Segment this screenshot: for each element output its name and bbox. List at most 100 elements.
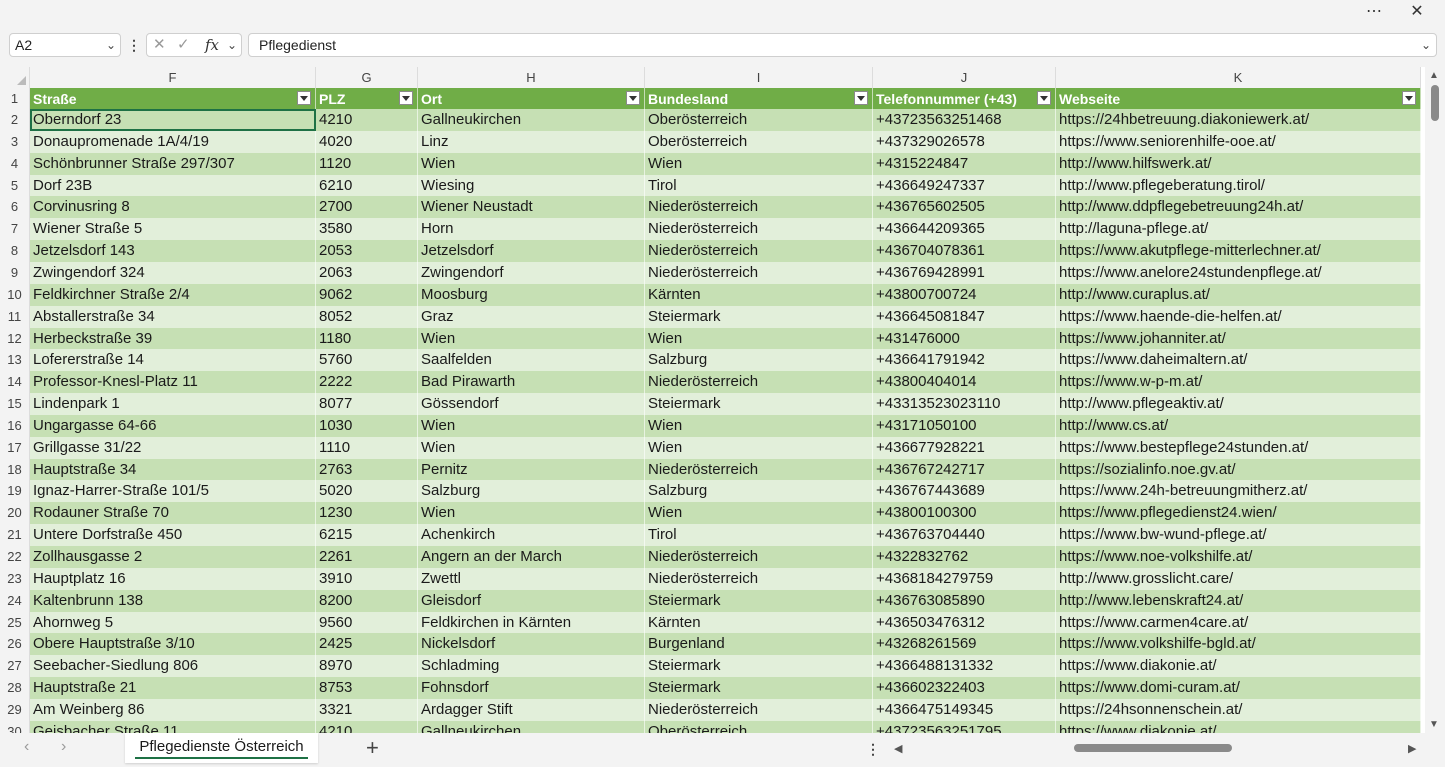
table-cell[interactable]: 1120 (316, 152, 418, 175)
insert-function-icon[interactable]: fx (205, 36, 219, 54)
filter-dropdown-icon[interactable] (626, 91, 640, 105)
table-cell[interactable]: Schönbrunner Straße 297/307 (30, 152, 316, 175)
table-cell[interactable]: Professor-Knesl-Platz 11 (30, 371, 316, 394)
table-cell[interactable]: +436649247337 (873, 174, 1056, 197)
table-cell[interactable]: +431476000 (873, 327, 1056, 350)
add-sheet-icon[interactable]: + (366, 736, 379, 760)
table-cell[interactable]: Steiermark (645, 305, 873, 328)
column-header-j[interactable]: J (873, 67, 1056, 88)
table-cell[interactable]: 9062 (316, 283, 418, 306)
table-cell[interactable]: Feldkirchen in Kärnten (418, 611, 645, 634)
table-cell[interactable]: https://www.domi-curam.at/ (1056, 677, 1421, 700)
table-cell[interactable]: Oberösterreich (645, 130, 873, 153)
table-cell[interactable]: Untere Dorfstraße 450 (30, 524, 316, 547)
table-cell[interactable]: Dorf 23B (30, 174, 316, 197)
table-cell[interactable]: +43800700724 (873, 283, 1056, 306)
row-number[interactable]: 18 (0, 458, 30, 481)
filter-dropdown-icon[interactable] (854, 91, 868, 105)
table-cell[interactable]: Steiermark (645, 393, 873, 416)
table-cell[interactable]: Tirol (645, 174, 873, 197)
table-cell[interactable]: Wien (645, 327, 873, 350)
row-number[interactable]: 19 (0, 480, 30, 503)
table-cell[interactable]: http://www.lebenskraft24.at/ (1056, 589, 1421, 612)
table-cell[interactable]: Nickelsdorf (418, 633, 645, 656)
table-cell[interactable]: http://www.curaplus.at/ (1056, 283, 1421, 306)
table-cell[interactable]: Rodauner Straße 70 (30, 502, 316, 525)
table-cell[interactable]: Fohnsdorf (418, 677, 645, 700)
more-options-icon[interactable]: ⋯ (1361, 2, 1387, 22)
table-cell[interactable]: Graz (418, 305, 645, 328)
table-cell[interactable]: +4368184279759 (873, 567, 1056, 590)
table-cell[interactable]: +43723563251795 (873, 720, 1056, 733)
column-header-g[interactable]: G (316, 67, 418, 88)
table-cell[interactable]: +436767443689 (873, 480, 1056, 503)
row-number[interactable]: 3 (0, 130, 30, 153)
table-cell[interactable]: Obere Hauptstraße 3/10 (30, 633, 316, 656)
table-cell[interactable]: 2763 (316, 458, 418, 481)
table-cell[interactable]: 4020 (316, 130, 418, 153)
row-number[interactable]: 16 (0, 414, 30, 437)
table-cell[interactable]: Gleisdorf (418, 589, 645, 612)
table-cell[interactable]: 8052 (316, 305, 418, 328)
table-cell[interactable]: https://www.anelore24stundenpflege.at/ (1056, 261, 1421, 284)
table-cell[interactable]: https://www.seniorenhilfe-ooe.at/ (1056, 130, 1421, 153)
table-cell[interactable]: +4322832762 (873, 546, 1056, 568)
table-header-cell[interactable]: Telefonnummer (+43) (873, 88, 1056, 110)
table-cell[interactable]: Pernitz (418, 458, 645, 481)
row-number[interactable]: 26 (0, 633, 30, 656)
table-cell[interactable]: Moosburg (418, 283, 645, 306)
table-cell[interactable]: https://sozialinfo.noe.gv.at/ (1056, 458, 1421, 481)
table-cell[interactable]: Saalfelden (418, 349, 645, 372)
column-header-h[interactable]: H (418, 67, 645, 88)
table-cell[interactable]: https://www.w-p-m.at/ (1056, 371, 1421, 394)
table-cell[interactable]: Wien (645, 502, 873, 525)
row-number[interactable]: 6 (0, 196, 30, 219)
vertical-scrollbar[interactable]: ▲ ▼ (1425, 67, 1445, 733)
table-cell[interactable]: 2261 (316, 546, 418, 568)
column-header-i[interactable]: I (645, 67, 873, 88)
close-icon[interactable]: ✕ (1404, 2, 1430, 22)
row-number[interactable]: 2 (0, 109, 30, 131)
enter-icon[interactable]: ✓ (177, 36, 190, 54)
table-cell[interactable]: Wien (645, 414, 873, 437)
table-cell[interactable]: Wiener Neustadt (418, 196, 645, 219)
table-cell[interactable]: https://www.noe-volkshilfe.at/ (1056, 546, 1421, 568)
table-cell[interactable]: Niederösterreich (645, 698, 873, 721)
row-number[interactable]: 9 (0, 261, 30, 284)
table-cell[interactable]: Ardagger Stift (418, 698, 645, 721)
table-cell[interactable]: Zollhausgasse 2 (30, 546, 316, 568)
table-cell[interactable]: +436641791942 (873, 349, 1056, 372)
table-cell[interactable]: Gallneukirchen (418, 109, 645, 131)
table-cell[interactable]: Zwingendorf (418, 261, 645, 284)
row-number[interactable]: 28 (0, 677, 30, 700)
row-number[interactable]: 4 (0, 152, 30, 175)
table-cell[interactable]: http://laguna-pflege.at/ (1056, 218, 1421, 241)
row-number[interactable]: 27 (0, 655, 30, 678)
table-cell[interactable]: https://www.johanniter.at/ (1056, 327, 1421, 350)
table-header-cell[interactable]: Straße (30, 88, 316, 110)
expand-formula-bar-icon[interactable]: ⌄ (1421, 34, 1431, 56)
row-number[interactable]: 1 (0, 88, 30, 110)
row-number[interactable]: 7 (0, 218, 30, 241)
column-header-k[interactable]: K (1056, 67, 1421, 88)
table-cell[interactable]: Wien (418, 414, 645, 437)
table-cell[interactable]: Wien (645, 436, 873, 459)
table-cell[interactable]: +436704078361 (873, 240, 1056, 263)
table-cell[interactable]: 1030 (316, 414, 418, 437)
horizontal-scroll-thumb[interactable] (1074, 744, 1232, 752)
row-number[interactable]: 17 (0, 436, 30, 459)
table-cell[interactable]: https://www.bw-wund-pflege.at/ (1056, 524, 1421, 547)
row-number[interactable]: 14 (0, 371, 30, 394)
cancel-icon[interactable]: ✕ (153, 36, 166, 54)
table-cell[interactable]: +436767242717 (873, 458, 1056, 481)
table-cell[interactable]: Steiermark (645, 677, 873, 700)
table-cell[interactable]: Salzburg (418, 480, 645, 503)
select-all-corner[interactable] (0, 67, 30, 88)
table-cell[interactable]: Wien (418, 436, 645, 459)
table-header-cell[interactable]: Ort (418, 88, 645, 110)
table-header-cell[interactable]: PLZ (316, 88, 418, 110)
row-number[interactable]: 20 (0, 502, 30, 525)
table-cell[interactable]: Corvinusring 8 (30, 196, 316, 219)
table-cell[interactable]: Bad Pirawarth (418, 371, 645, 394)
table-cell[interactable]: https://www.pflegedienst24.wien/ (1056, 502, 1421, 525)
